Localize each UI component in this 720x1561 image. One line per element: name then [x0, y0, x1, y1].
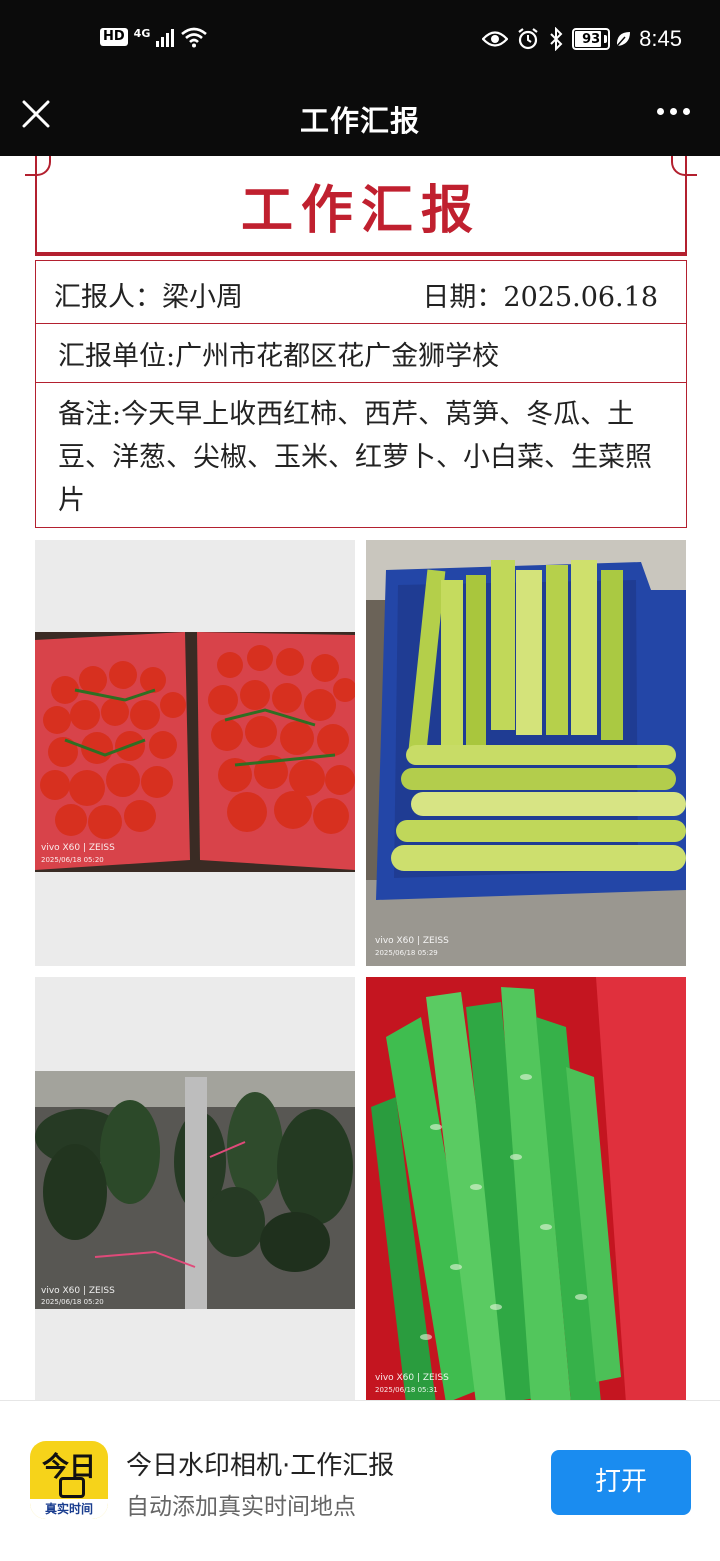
battery-icon: 93 [572, 28, 611, 50]
photo-celery[interactable]: vivo X60 | ZEISS 2025/06/18 05:29 [366, 540, 686, 966]
unit-row: 汇报单位:广州市花都区花广金狮学校 [36, 324, 686, 383]
photo-tomatoes[interactable]: vivo X60 | ZEISS 2025/06/18 05:20 [35, 540, 355, 966]
reporter: 汇报人：梁小周 [54, 282, 243, 313]
app-promo-banner: 今日 真实时间 今日水印相机·工作汇报 自动添加真实时间地点 打开 [0, 1400, 720, 1561]
time-watermark: 2025/06/18 05:29 [375, 949, 438, 957]
report-title: 工作汇报 [240, 180, 481, 241]
camera-watermark: vivo X60 | ZEISS [375, 936, 449, 946]
app-icon-caption: 真实时间 [30, 1499, 108, 1519]
report-fields: 汇报人：梁小周 日期：2025.06.18 汇报单位:广州市花都区花广金狮学校 … [35, 260, 687, 528]
battery-level: 93 [582, 31, 601, 47]
celery-image [366, 540, 686, 966]
reporter-row: 汇报人：梁小周 日期：2025.06.18 [36, 261, 686, 324]
network-type: 4G [133, 26, 151, 40]
report-unit: 汇报单位:广州市花都区花广金狮学校 [58, 341, 500, 372]
app-description: 自动添加真实时间地点 [126, 1494, 356, 1520]
report-note: 备注:今天早上收西红柿、西芹、莴笋、冬瓜、土豆、洋葱、尖椒、玉米、红萝卜、小白菜… [58, 399, 652, 516]
eye-icon [482, 31, 509, 47]
wifi-icon [181, 27, 208, 48]
leaf-icon [616, 32, 631, 47]
clock: 8:45 [639, 26, 682, 51]
camera-watermark: vivo X60 | ZEISS [375, 1373, 449, 1383]
more-icon[interactable] [657, 108, 690, 115]
photo-lettuce-stems[interactable]: vivo X60 | ZEISS 2025/06/18 05:31 [366, 977, 686, 1403]
note-row: 备注:今天早上收西红柿、西芹、莴笋、冬瓜、土豆、洋葱、尖椒、玉米、红萝卜、小白菜… [36, 383, 686, 527]
camera-watermark: vivo X60 | ZEISS [41, 1286, 115, 1296]
hd-badge: HD [100, 28, 128, 46]
top-nav-bar: 工作汇报 [0, 84, 720, 156]
tomatoes-image [35, 540, 355, 966]
report-date: 日期：2025.06.18 [422, 282, 658, 313]
open-app-button[interactable]: 打开 [551, 1450, 691, 1515]
app-name: 今日水印相机·工作汇报 [126, 1451, 395, 1481]
title-divider [35, 252, 687, 256]
alarm-icon [518, 28, 538, 50]
report-title-box: 工作汇报 [25, 156, 697, 252]
camera-icon [59, 1477, 85, 1498]
signal-icon [156, 27, 175, 47]
bluetooth-icon [550, 27, 563, 51]
lettuce-stems-image [366, 977, 686, 1403]
time-watermark: 2025/06/18 05:20 [41, 1298, 104, 1306]
winter-melon-image [35, 977, 355, 1403]
time-watermark: 2025/06/18 05:31 [375, 1386, 438, 1394]
status-left: HD 4G [100, 26, 208, 48]
photo-winter-melon[interactable]: vivo X60 | ZEISS 2025/06/18 05:20 [35, 977, 355, 1403]
page-title: 工作汇报 [299, 104, 420, 138]
status-bar: HD 4G 93 8:45 [0, 0, 720, 84]
app-icon[interactable]: 今日 真实时间 [30, 1441, 108, 1519]
camera-watermark: vivo X60 | ZEISS [41, 843, 115, 853]
report-card: 工作汇报 汇报人：梁小周 日期：2025.06.18 汇报单位:广州市花都区花广… [25, 156, 697, 528]
status-right: 93 8:45 [482, 26, 682, 52]
time-watermark: 2025/06/18 05:20 [41, 856, 104, 864]
